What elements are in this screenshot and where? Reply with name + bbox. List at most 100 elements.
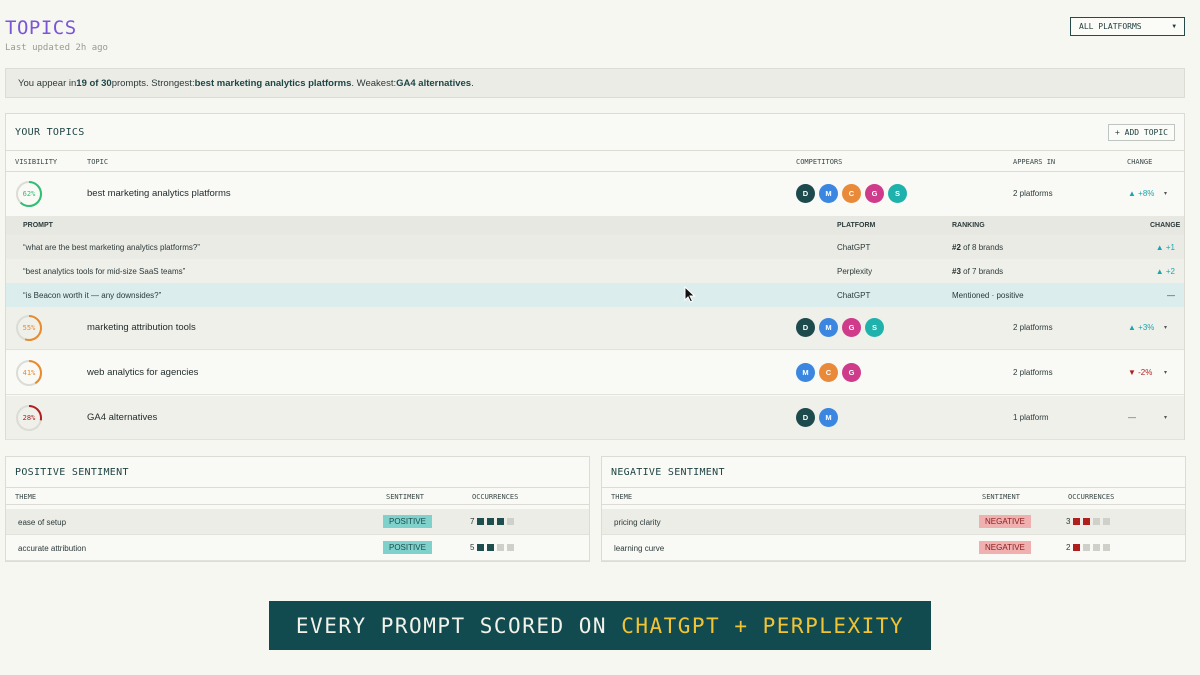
sentiment-row: ease of setup POSITIVE 7 bbox=[6, 509, 589, 535]
appears-in-text: 2 platforms bbox=[1013, 368, 1053, 377]
prompt-row[interactable]: “best analytics tools for mid-size SaaS … bbox=[6, 259, 1184, 283]
col-prompt-change: CHANGE bbox=[1150, 222, 1181, 229]
rank-detail: of 8 brands bbox=[960, 243, 1004, 252]
summary-prefix: You appear in bbox=[18, 77, 77, 89]
occurrence-square bbox=[487, 544, 495, 551]
positive-sentiment-header: THEME SENTIMENT OCCURRENCES bbox=[6, 487, 589, 505]
chevron-down-icon[interactable]: ▾ bbox=[1164, 369, 1167, 376]
occurrence-square bbox=[1103, 544, 1111, 551]
occurrence-square bbox=[1073, 518, 1081, 525]
prompt-row[interactable]: “what are the best marketing analytics p… bbox=[6, 235, 1184, 259]
occurrence-square bbox=[1093, 518, 1101, 525]
add-topic-button[interactable]: + ADD TOPIC bbox=[1108, 124, 1175, 141]
occurrence-count: 7 bbox=[470, 517, 475, 526]
sentiment-badge: POSITIVE bbox=[383, 541, 432, 554]
positive-sentiment-title: POSITIVE SENTIMENT bbox=[15, 467, 129, 478]
topic-row[interactable]: 62% best marketing analytics platforms D M C… bbox=[6, 172, 1184, 216]
col-visibility: VISIBILITY bbox=[15, 158, 58, 166]
col-prompt: PROMPT bbox=[23, 222, 53, 229]
visibility-percent: 41% bbox=[22, 369, 36, 377]
occurrence-count: 3 bbox=[1066, 517, 1071, 526]
topic-row[interactable]: 28% GA4 alternatives D M 1 platform — ▾ bbox=[6, 396, 1184, 440]
occurrence-square bbox=[507, 518, 515, 525]
col-topic: TOPIC bbox=[87, 158, 109, 166]
theme-text: accurate attribution bbox=[18, 544, 87, 553]
competitor-avatar: M bbox=[819, 184, 838, 203]
competitor-avatars: DMCGS bbox=[796, 184, 907, 203]
summary-mid2: . Weakest: bbox=[351, 77, 397, 89]
occurrence-square bbox=[477, 544, 485, 551]
occurrence-square bbox=[1073, 544, 1081, 551]
change-value: ▲ +3% bbox=[1128, 323, 1155, 332]
prompt-text: “is Beacon worth it — any downsides?” bbox=[23, 291, 162, 300]
theme-text: pricing clarity bbox=[614, 518, 661, 527]
visibility-percent: 55% bbox=[22, 324, 36, 332]
occurrence-square bbox=[477, 518, 485, 525]
topics-card-title: YOUR TOPICS bbox=[15, 127, 85, 138]
competitor-avatar: D bbox=[796, 408, 815, 427]
summary-count: 19 of 30 bbox=[76, 77, 112, 89]
summary-mid1: prompts. Strongest: bbox=[111, 77, 195, 89]
theme-text: learning curve bbox=[614, 544, 665, 553]
topic-name: marketing attribution tools bbox=[87, 322, 196, 333]
prompt-platform: ChatGPT bbox=[837, 243, 871, 252]
prompt-ranking: Mentioned · positive bbox=[952, 291, 1024, 300]
col-theme: THEME bbox=[611, 493, 633, 501]
col-sentiment: SENTIMENT bbox=[386, 493, 424, 501]
summary-strongest: best marketing analytics platforms bbox=[194, 77, 352, 89]
appears-in-text: 2 platforms bbox=[1013, 189, 1053, 198]
col-competitors: COMPETITORS bbox=[796, 158, 843, 166]
last-updated-text: Last updated 2h ago bbox=[5, 43, 108, 53]
chevron-down-icon[interactable]: ▾ bbox=[1164, 324, 1167, 331]
col-occurrences: OCCURRENCES bbox=[1068, 493, 1115, 501]
occurrence-count: 5 bbox=[470, 543, 475, 552]
topics-table-header: VISIBILITY TOPIC COMPETITORS APPEARS IN … bbox=[6, 150, 1184, 172]
competitor-avatar: M bbox=[796, 363, 815, 382]
mouse-cursor-icon bbox=[684, 285, 696, 308]
chevron-down-icon[interactable]: ▾ bbox=[1164, 414, 1167, 421]
competitor-avatar: G bbox=[842, 318, 861, 337]
competitor-avatar: S bbox=[865, 318, 884, 337]
topic-row[interactable]: 55% marketing attribution tools D M G S 2 plat… bbox=[6, 306, 1184, 350]
change-value: — bbox=[1128, 413, 1136, 422]
topic-row[interactable]: 41% web analytics for agencies M C G 2 platfo… bbox=[6, 351, 1184, 395]
topic-name: GA4 alternatives bbox=[87, 412, 158, 423]
rank-detail: Mentioned · positive bbox=[952, 291, 1024, 300]
sentiment-row: accurate attribution POSITIVE 5 bbox=[6, 535, 589, 561]
prompt-text: “what are the best marketing analytics p… bbox=[23, 243, 200, 252]
prompts-table-header: PROMPT PLATFORM RANKING CHANGE bbox=[6, 216, 1184, 235]
chevron-down-icon[interactable]: ▾ bbox=[1164, 190, 1167, 197]
banner-prefix: EVERY PROMPT SCORED ON bbox=[295, 613, 622, 638]
competitor-avatars: DM bbox=[796, 408, 838, 427]
col-theme: THEME bbox=[15, 493, 37, 501]
sentiment-row: pricing clarity NEGATIVE 3 bbox=[602, 509, 1185, 535]
occurrence-square bbox=[1103, 518, 1111, 525]
prompt-platform: Perplexity bbox=[837, 267, 873, 276]
prompt-row[interactable]: “is Beacon worth it — any downsides?” Cha… bbox=[6, 283, 1184, 307]
summary-banner: You appear in 19 of 30 prompts. Stronges… bbox=[5, 68, 1185, 98]
occurrence-square bbox=[487, 518, 495, 525]
competitor-avatar: C bbox=[819, 363, 838, 382]
change-value: ▲ +8% bbox=[1128, 189, 1155, 198]
col-appears-in: APPEARS IN bbox=[1013, 158, 1056, 166]
occurrences: 7 bbox=[470, 517, 515, 526]
platform-select[interactable]: ALL PLATFORMS ▼ bbox=[1070, 17, 1185, 36]
sentiment-row: learning curve NEGATIVE 2 bbox=[602, 535, 1185, 561]
col-ranking: RANKING bbox=[952, 222, 985, 229]
topic-name: web analytics for agencies bbox=[87, 367, 199, 378]
prompt-ranking: #2 of 8 brands bbox=[952, 243, 1003, 252]
page-title: TOPICS bbox=[5, 17, 77, 39]
negative-sentiment-header: THEME SENTIMENT OCCURRENCES bbox=[602, 487, 1185, 505]
sentiment-badge: NEGATIVE bbox=[979, 541, 1031, 554]
promo-banner: EVERY PROMPT SCORED ON CHATGPT + PERPLEX… bbox=[269, 601, 931, 650]
competitor-avatars: DMGS bbox=[796, 318, 884, 337]
occurrences: 3 bbox=[1066, 517, 1111, 526]
competitor-avatars: MCG bbox=[796, 363, 861, 382]
occurrence-square bbox=[497, 544, 505, 551]
summary-weakest: GA4 alternatives bbox=[396, 77, 472, 89]
col-occurrences: OCCURRENCES bbox=[472, 493, 519, 501]
visibility-ring: 28% bbox=[15, 404, 43, 432]
negative-sentiment-card: NEGATIVE SENTIMENT THEME SENTIMENT OCCUR… bbox=[601, 456, 1186, 562]
competitor-avatar: M bbox=[819, 408, 838, 427]
competitor-avatar: D bbox=[796, 184, 815, 203]
